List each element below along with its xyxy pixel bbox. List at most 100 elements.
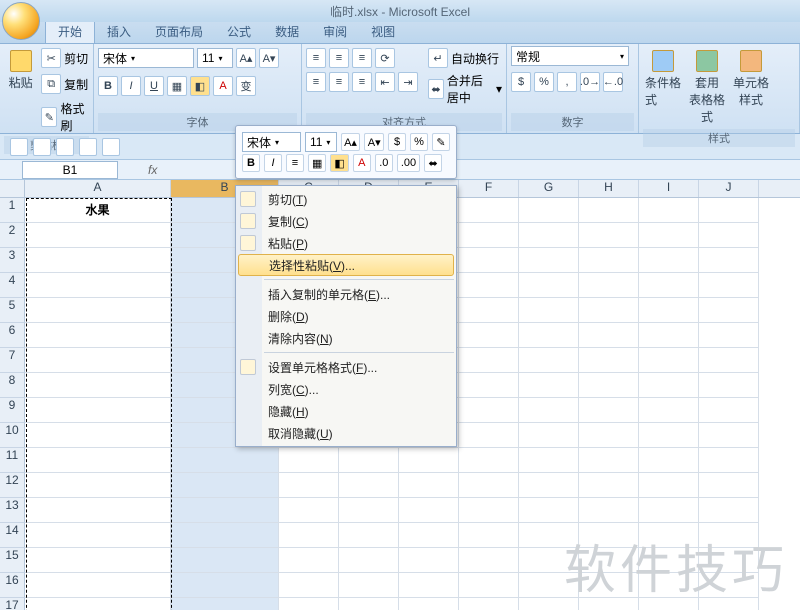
mini-grow-font-icon[interactable]: A▴: [341, 133, 361, 151]
currency-icon[interactable]: $: [511, 72, 531, 92]
align-middle-icon[interactable]: ≡: [329, 48, 349, 68]
cell-G17[interactable]: [519, 598, 579, 610]
row-header-10[interactable]: 10: [0, 423, 25, 448]
cut-button[interactable]: ✂剪切: [41, 48, 89, 68]
cell-G13[interactable]: [519, 498, 579, 523]
cell-G4[interactable]: [519, 273, 579, 298]
underline-button[interactable]: U: [144, 76, 164, 96]
indent-inc-icon[interactable]: ⇥: [398, 72, 418, 92]
cell-D17[interactable]: [339, 598, 399, 610]
percent-icon[interactable]: %: [534, 72, 554, 92]
cell-A6[interactable]: [25, 323, 171, 348]
align-center-icon[interactable]: ≡: [329, 72, 349, 92]
font-size-combo[interactable]: 11▾: [197, 48, 233, 68]
cell-D16[interactable]: [339, 573, 399, 598]
mini-font-color-icon[interactable]: A: [353, 154, 371, 172]
cell-G3[interactable]: [519, 248, 579, 273]
cell-F15[interactable]: [459, 548, 519, 573]
cell-A13[interactable]: [25, 498, 171, 523]
bold-button[interactable]: B: [98, 76, 118, 96]
row-header-6[interactable]: 6: [0, 323, 25, 348]
cell-H6[interactable]: [579, 323, 639, 348]
cell-J7[interactable]: [699, 348, 759, 373]
cell-F14[interactable]: [459, 523, 519, 548]
cell-J15[interactable]: [699, 548, 759, 573]
cell-J17[interactable]: [699, 598, 759, 610]
mini-italic-button[interactable]: I: [264, 154, 282, 172]
cell-G10[interactable]: [519, 423, 579, 448]
context-item-设置单元格格式[interactable]: 设置单元格格式(F)...: [236, 356, 456, 378]
cell-C14[interactable]: [279, 523, 339, 548]
cell-A12[interactable]: [25, 473, 171, 498]
align-right-icon[interactable]: ≡: [352, 72, 372, 92]
fx-icon[interactable]: fx: [148, 163, 157, 177]
cell-I3[interactable]: [639, 248, 699, 273]
cell-G16[interactable]: [519, 573, 579, 598]
cell-H15[interactable]: [579, 548, 639, 573]
cell-A16[interactable]: [25, 573, 171, 598]
cell-B11[interactable]: [171, 448, 279, 473]
cell-J5[interactable]: [699, 298, 759, 323]
context-item-选择性粘贴[interactable]: 选择性粘贴(V)...: [238, 254, 454, 276]
merge-center-button[interactable]: ⬌合并后居中▾: [428, 72, 502, 106]
cell-C15[interactable]: [279, 548, 339, 573]
mini-currency-icon[interactable]: $: [388, 133, 406, 151]
ribbon-tab-开始[interactable]: 开始: [45, 19, 95, 43]
row-header-8[interactable]: 8: [0, 373, 25, 398]
font-name-combo[interactable]: 宋体▾: [98, 48, 194, 68]
paste-button[interactable]: 粘贴: [4, 46, 37, 95]
context-item-删除[interactable]: 删除(D): [236, 305, 456, 327]
cell-C13[interactable]: [279, 498, 339, 523]
name-box[interactable]: B1: [22, 161, 118, 179]
row-header-13[interactable]: 13: [0, 498, 25, 523]
cell-H9[interactable]: [579, 398, 639, 423]
cell-J14[interactable]: [699, 523, 759, 548]
ribbon-tab-数据[interactable]: 数据: [263, 20, 311, 43]
cell-F17[interactable]: [459, 598, 519, 610]
cell-H16[interactable]: [579, 573, 639, 598]
cell-G7[interactable]: [519, 348, 579, 373]
mini-bold-button[interactable]: B: [242, 154, 260, 172]
cell-I14[interactable]: [639, 523, 699, 548]
office-button[interactable]: [2, 2, 40, 40]
cond-format-button[interactable]: 条件格式: [643, 46, 683, 112]
cell-J6[interactable]: [699, 323, 759, 348]
cell-A5[interactable]: [25, 298, 171, 323]
column-header-G[interactable]: G: [519, 180, 579, 197]
cell-G8[interactable]: [519, 373, 579, 398]
copy-button[interactable]: ⧉复制: [41, 74, 89, 94]
dec-decimal-icon[interactable]: ←.0: [603, 72, 623, 92]
cell-G15[interactable]: [519, 548, 579, 573]
cell-A17[interactable]: [25, 598, 171, 610]
context-item-复制[interactable]: 复制(C): [236, 210, 456, 232]
cell-I5[interactable]: [639, 298, 699, 323]
column-header-I[interactable]: I: [639, 180, 699, 197]
context-item-取消隐藏[interactable]: 取消隐藏(U): [236, 422, 456, 444]
cell-C12[interactable]: [279, 473, 339, 498]
cell-G5[interactable]: [519, 298, 579, 323]
cell-E11[interactable]: [399, 448, 459, 473]
cell-D12[interactable]: [339, 473, 399, 498]
cell-J4[interactable]: [699, 273, 759, 298]
qat-chart-icon[interactable]: [102, 138, 120, 156]
cell-A11[interactable]: [25, 448, 171, 473]
format-painter-button[interactable]: ✎格式刷: [41, 100, 89, 134]
cell-G2[interactable]: [519, 223, 579, 248]
context-item-粘贴[interactable]: 粘贴(P): [236, 232, 456, 254]
cell-H4[interactable]: [579, 273, 639, 298]
cell-A4[interactable]: [25, 273, 171, 298]
mini-center-icon[interactable]: ≡: [286, 154, 304, 172]
wrap-text-button[interactable]: ↵自动换行: [428, 48, 502, 68]
cell-F10[interactable]: [459, 423, 519, 448]
cell-A7[interactable]: [25, 348, 171, 373]
row-header-11[interactable]: 11: [0, 448, 25, 473]
cell-E17[interactable]: [399, 598, 459, 610]
cell-I11[interactable]: [639, 448, 699, 473]
column-header-A[interactable]: A: [25, 180, 171, 197]
increase-font-icon[interactable]: A▴: [236, 48, 256, 68]
row-header-9[interactable]: 9: [0, 398, 25, 423]
qat-redo-icon[interactable]: [56, 138, 74, 156]
cell-F11[interactable]: [459, 448, 519, 473]
context-item-列宽[interactable]: 列宽(C)...: [236, 378, 456, 400]
cell-H17[interactable]: [579, 598, 639, 610]
